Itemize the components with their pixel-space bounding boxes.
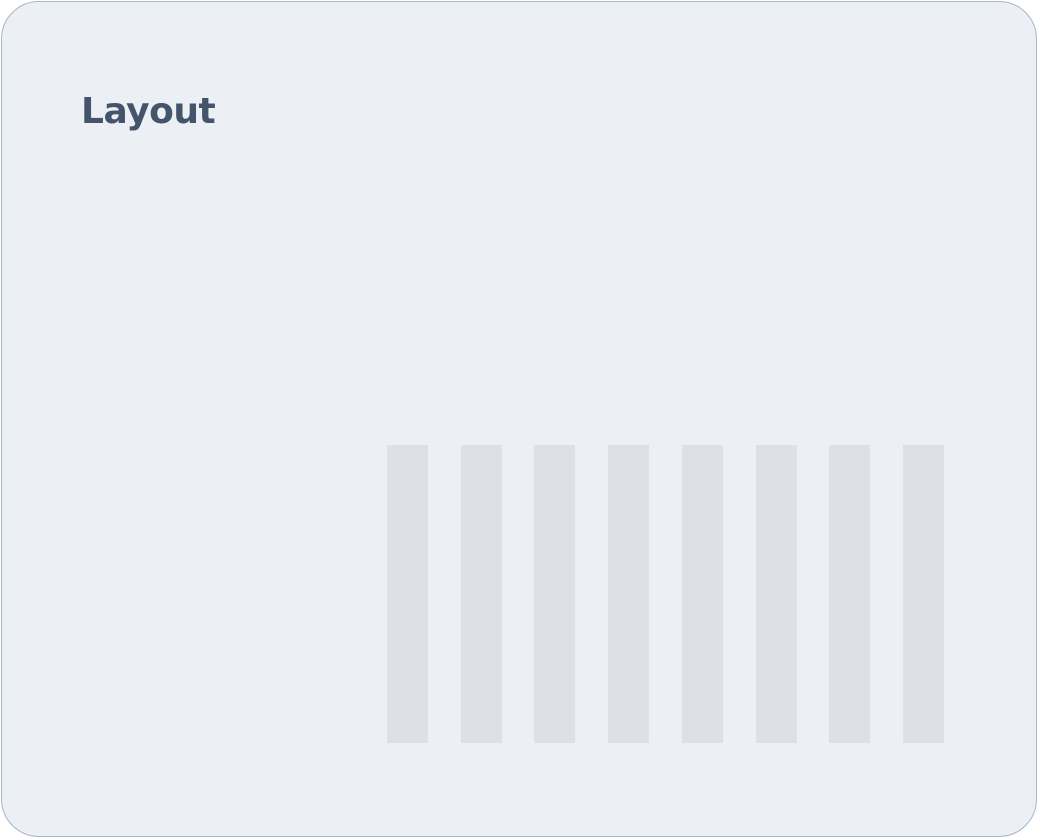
layout-column — [387, 445, 428, 743]
panel-title: Layout — [81, 91, 216, 132]
layout-column — [608, 445, 649, 743]
layout-column — [903, 445, 944, 743]
layout-panel: Layout — [1, 1, 1037, 837]
layout-column — [534, 445, 575, 743]
layout-column — [682, 445, 723, 743]
layout-column — [829, 445, 870, 743]
layout-grid-columns — [387, 445, 944, 743]
layout-column — [461, 445, 502, 743]
layout-column — [756, 445, 797, 743]
